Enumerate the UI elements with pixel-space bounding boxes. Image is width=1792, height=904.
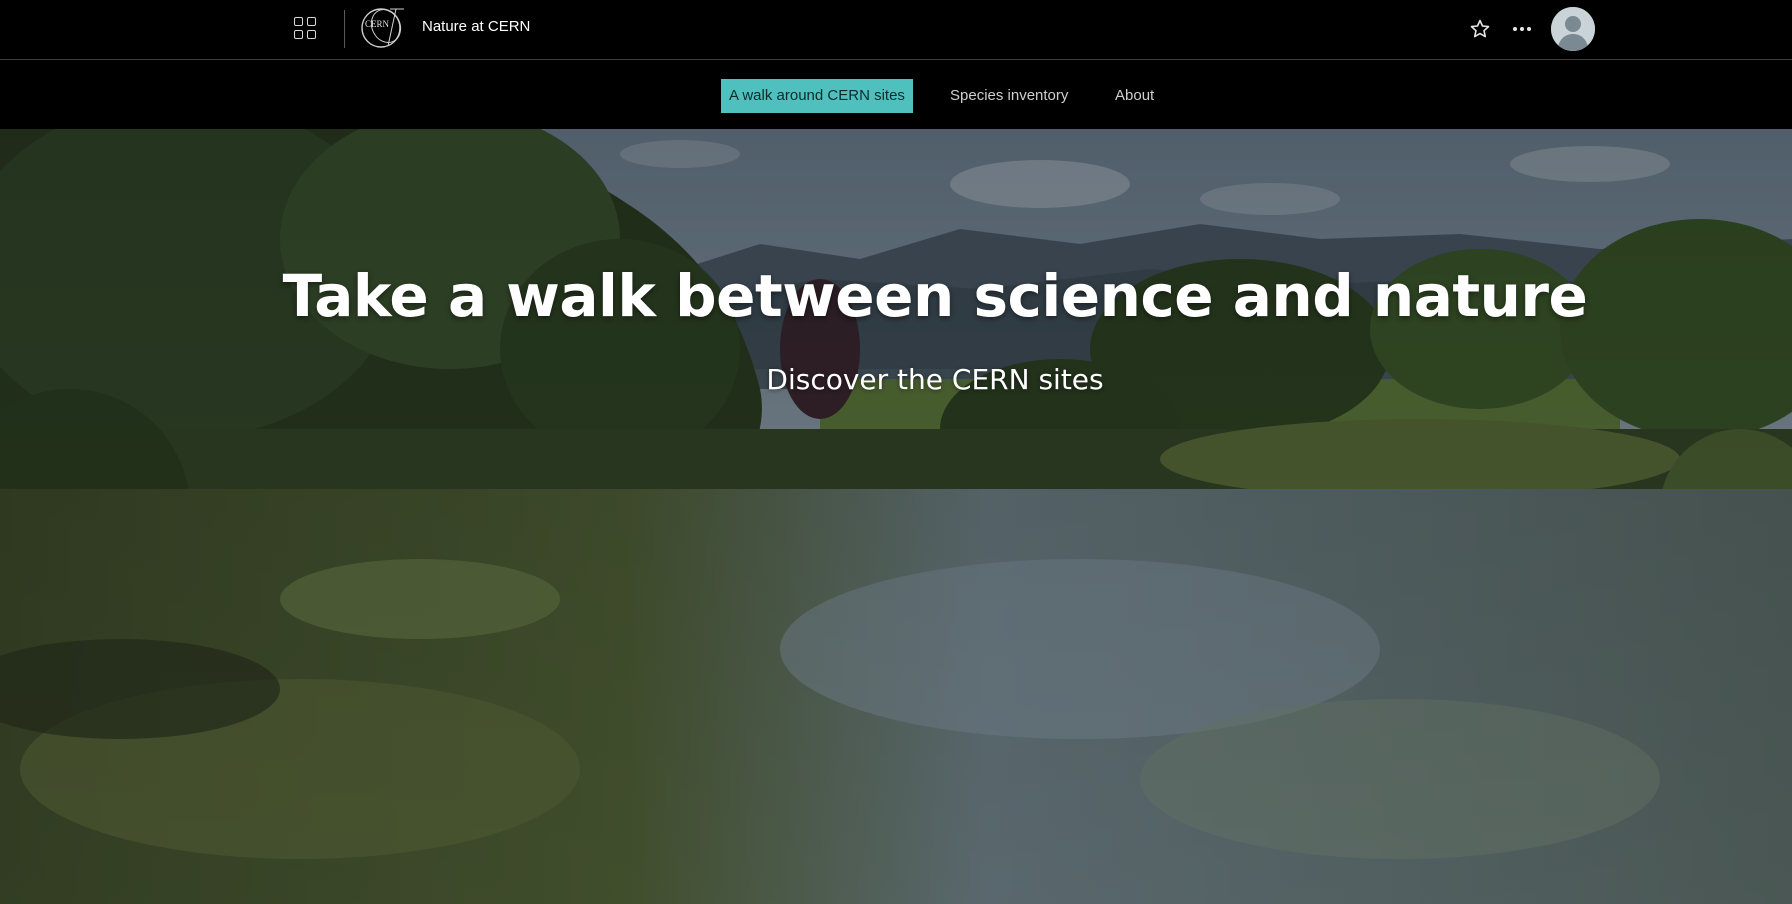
site-title[interactable]: Nature at CERN [422, 17, 530, 37]
hero-subtitle: Discover the CERN sites [766, 363, 1104, 396]
star-icon [1470, 19, 1490, 38]
grid-cell [307, 17, 316, 26]
hero-background-image [0, 129, 1792, 904]
cern-logo[interactable]: CERN [360, 6, 406, 50]
grid-cell [307, 30, 316, 39]
more-options-ellipsis-icon[interactable] [1509, 17, 1535, 41]
logo-text: CERN [365, 19, 390, 29]
hero-banner: Take a walk between science and nature D… [0, 129, 1792, 904]
grid-cell [294, 30, 303, 39]
avatar-icon [1551, 7, 1595, 51]
ellipsis-icon [1513, 27, 1531, 31]
user-avatar[interactable] [1551, 7, 1595, 51]
favorite-star-icon[interactable] [1468, 17, 1492, 41]
hero-title: Take a walk between science and nature [282, 262, 1588, 330]
header-divider [344, 10, 345, 48]
cern-logo-icon: CERN [361, 8, 404, 48]
nav-tab-about[interactable]: About [1115, 79, 1154, 113]
app-launcher-grid-icon[interactable] [294, 17, 316, 39]
nav-tab-walk-around-cern-sites[interactable]: A walk around CERN sites [721, 79, 913, 113]
grid-cell [294, 17, 303, 26]
top-bar: CERN Nature at CERN [0, 0, 1792, 60]
nav-tab-species-inventory[interactable]: Species inventory [950, 79, 1068, 113]
main-nav: A walk around CERN sites Species invento… [0, 60, 1792, 129]
